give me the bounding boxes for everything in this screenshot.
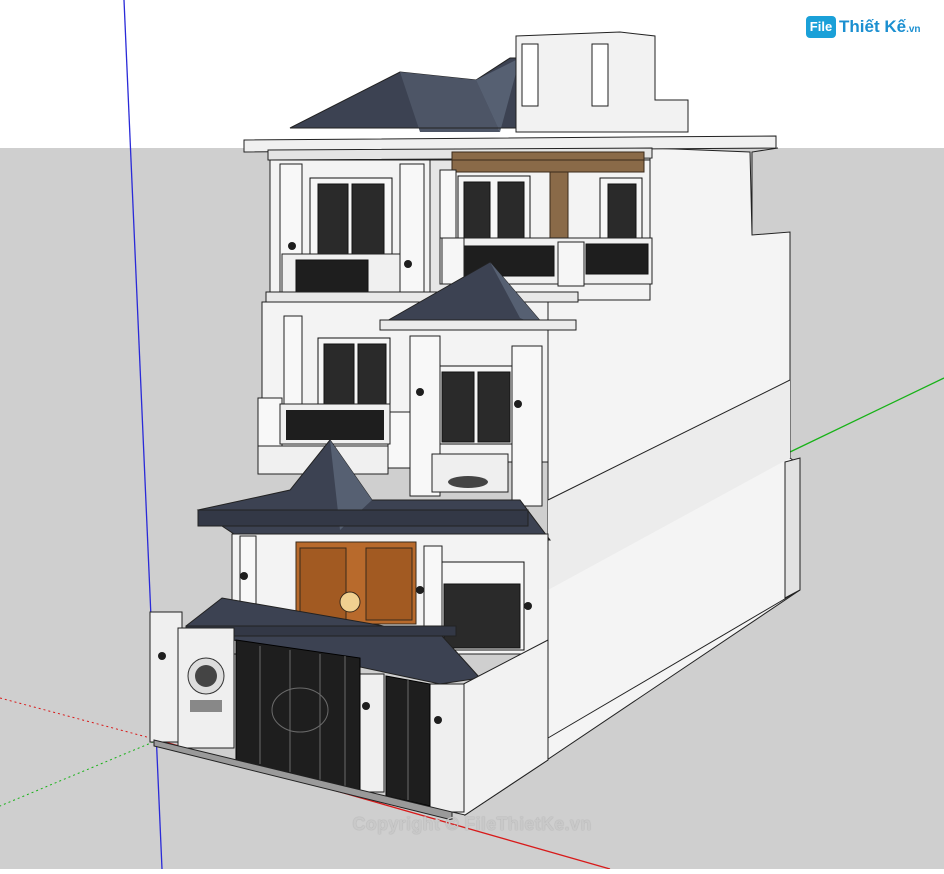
copyright-watermark: Copyright © FileThietKe.vn bbox=[352, 814, 592, 834]
sketchup-viewport[interactable]: File Thiết Kế.vn Copyright © FileThietKe… bbox=[0, 0, 944, 870]
filethietke-logo-icon: File bbox=[806, 16, 836, 38]
filethietke-logo: File Thiết Kế.vn bbox=[806, 14, 926, 42]
logo-wordmark: Thiết Kế.vn bbox=[839, 17, 921, 37]
logo-word: Thiết Kế bbox=[839, 17, 907, 36]
logo-suffix: .vn bbox=[906, 24, 921, 35]
house-3d-model[interactable] bbox=[0, 0, 944, 870]
main-door bbox=[295, 541, 417, 625]
